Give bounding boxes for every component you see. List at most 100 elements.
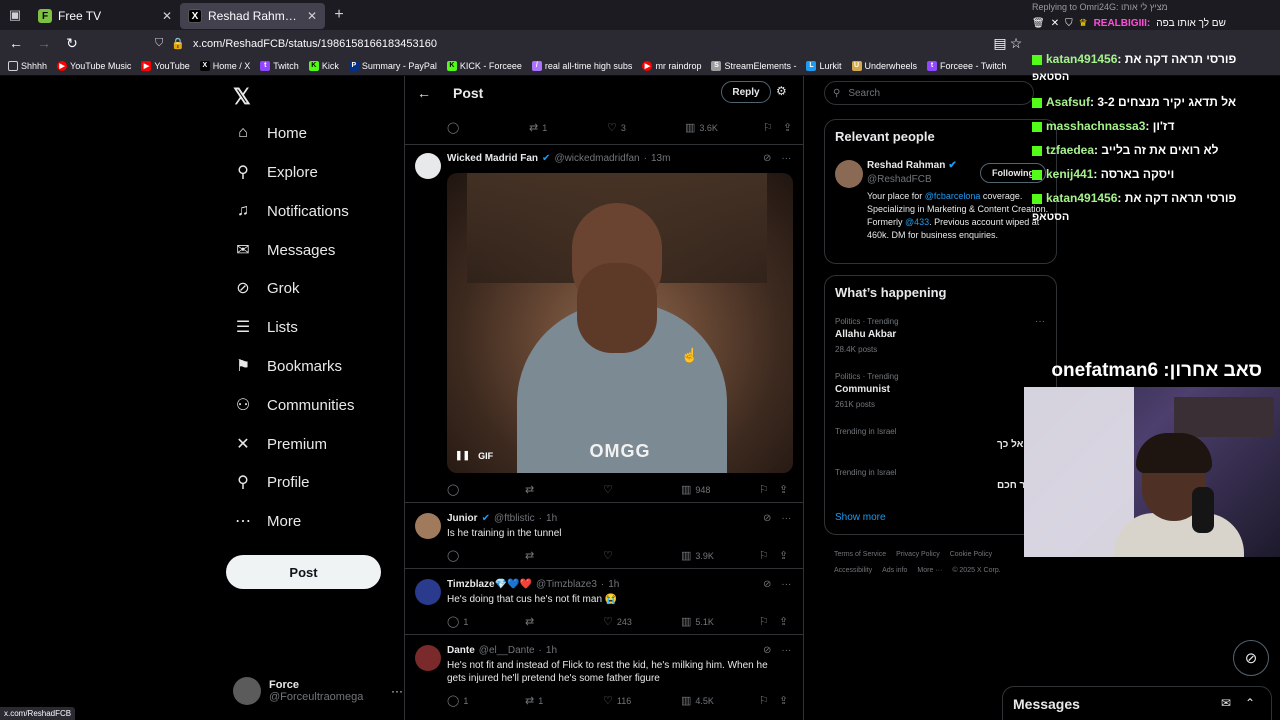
messages-drawer[interactable]: Messages ✉ ⌃ [1002,686,1272,720]
footer-link[interactable]: Terms of Service [834,551,886,558]
footer-link[interactable]: Privacy Policy [896,551,940,558]
author-name[interactable]: Wicked Madrid Fan [447,153,538,164]
person-handle[interactable]: @ReshadFCB [867,174,932,185]
bio-link[interactable]: @fcbarcelona [925,191,981,201]
repost-action[interactable]: ⇄ 1 [529,121,547,134]
sidebar-item-messages[interactable]: ✉ Messages [233,235,335,265]
sidebar-item-more[interactable]: ⋯ More [233,506,301,536]
expand-up-icon[interactable]: ⌃ [1245,696,1255,710]
sidebar-item-home[interactable]: ⌂ Home [233,118,307,148]
author-name[interactable]: Junior [447,513,478,524]
views-action[interactable]: ▥ 948 [681,483,710,496]
avatar[interactable] [415,153,441,179]
sliders-icon[interactable]: ⚙ [776,84,787,98]
grok-icon[interactable]: ⊘ [763,579,771,590]
url-text[interactable]: x.com/ReshadFCB/status/19861581661834531… [193,38,437,50]
bookmark-action[interactable]: ⚐ [763,121,773,134]
avatar[interactable] [415,513,441,539]
sidebar-item-bookmarks[interactable]: ⚑ Bookmarks [233,351,342,381]
reply-action[interactable]: ◯ 1 [447,615,468,628]
lock-icon[interactable]: 🔒 [171,37,185,50]
repost-action[interactable]: ⇄ [525,615,534,628]
more-icon[interactable]: ··· [391,684,403,698]
like-action[interactable]: ♡ 243 [603,615,632,628]
tweet[interactable]: Dante @el__Dante · 1h ⊘ ··· He's not fit… [405,634,803,720]
tweet[interactable]: Timzblaze💎💙❤️ @Timzblaze3 · 1h ⊘ ··· He'… [405,568,803,634]
repost-action[interactable]: ⇄ [525,549,534,562]
like-action[interactable]: ♡ 116 [603,694,631,707]
avatar[interactable] [835,160,863,188]
views-action[interactable]: ▥ 3.9K [681,549,714,562]
sidebar-item-lists[interactable]: ☰ Lists [233,312,298,342]
author-handle[interactable]: @ftblistic [494,513,535,524]
sidebar-item-communities[interactable]: ⚇ Communities [233,390,355,420]
bookmark-forceee-twitch[interactable]: t Forceee - Twitch [927,60,1006,71]
post-button[interactable]: Post [226,555,381,589]
views-action[interactable]: ▥ 5.1K [681,615,714,628]
bookmark-kick-forceee[interactable]: K KICK - Forceee [446,60,522,71]
share-action[interactable]: ⇪ [779,549,788,562]
author-handle[interactable]: @wickedmadridfan [554,153,639,164]
back-icon[interactable]: ← [4,31,28,55]
close-tab-icon[interactable]: ✕ [307,9,317,23]
sidebar-item-notifications[interactable]: ♫ Notifications [233,196,349,226]
grok-icon[interactable]: ⊘ [763,153,771,164]
address-bar[interactable]: ⛉ 🔒 x.com/ReshadFCB/status/1986158166183… [155,33,1025,54]
bookmark-action[interactable]: ⚐ [759,549,769,562]
account-switcher[interactable]: Force @Forceultraomega ··· [233,674,403,708]
author-handle[interactable]: @el__Dante [479,645,535,656]
x-logo-icon[interactable]: 𝕏 [233,84,251,110]
bookmark-streamelements[interactable]: S StreamElements - [711,60,796,71]
show-more-link[interactable]: Show more [835,512,886,523]
bookmark-paypal[interactable]: P Summary - PayPal [348,60,437,71]
repost-action[interactable]: ⇄ 1 [525,694,543,707]
reply-button[interactable]: Reply [721,81,771,103]
bookmark-subs[interactable]: / real all-time high subs [531,60,632,71]
share-action[interactable]: ⇪ [779,615,788,628]
avatar[interactable] [415,645,441,671]
sidebar-item-profile[interactable]: ⚲ Profile [233,467,309,497]
footer-link[interactable]: Accessibility [834,567,872,574]
share-action[interactable]: ⇪ [783,121,792,134]
bookmark-action[interactable]: ⚐ [759,483,769,496]
tab-reshad-post[interactable]: X Reshad Rahman on X: "https:// ✕ [180,3,325,29]
views-action[interactable]: ▥ 4.5K [681,694,714,707]
more-icon[interactable]: ··· [781,513,791,524]
like-action[interactable]: ♡ 3 [607,121,626,134]
reload-icon[interactable]: ↻ [60,31,84,55]
footer-link[interactable]: More ··· [917,567,942,574]
footer-link[interactable]: Cookie Policy [950,551,992,558]
bookmark-action[interactable]: ⚐ [759,694,769,707]
footer-link[interactable]: Ads info [882,567,907,574]
author-name[interactable]: Timzblaze💎💙❤️ [447,579,532,590]
author-handle[interactable]: @Timzblaze3 [536,579,597,590]
share-action[interactable]: ⇪ [779,483,788,496]
bookmark-lurkit[interactable]: L Lurkit [806,60,842,71]
bookmark-youtube-music[interactable]: ▶ YouTube Music [57,60,131,71]
bookmark-kick[interactable]: K Kick [308,60,339,71]
tweet-time[interactable]: 1h [608,579,619,590]
reply-action[interactable]: ◯ [447,121,459,134]
sidebar-item-explore[interactable]: ⚲ Explore [233,157,318,187]
bookmark-twitch[interactable]: t Twitch [260,60,299,71]
close-tab-icon[interactable]: ✕ [162,9,172,23]
bookmark-mr-raindrop[interactable]: ▶ mr raindrop [642,60,701,71]
search-input[interactable]: ⚲ Search [824,81,1034,105]
more-icon[interactable]: ··· [781,153,791,164]
back-arrow-icon[interactable]: ← [417,85,431,101]
bookmark-underwheels[interactable]: U Underwheels [851,60,917,71]
forward-icon[interactable]: → [32,31,56,55]
bio-link[interactable]: @433 [905,217,929,227]
pause-icon[interactable]: ❚❚ [455,450,470,461]
tweet-time[interactable]: 13m [651,153,670,164]
bookmark-shhhh[interactable]: Shhhh [8,60,47,71]
bookmark-home-x[interactable]: X Home / X [199,60,250,71]
grok-icon[interactable]: ⊘ [763,645,771,656]
person-name[interactable]: Reshad Rahman ✔ [867,160,957,171]
grok-icon[interactable]: ⊘ [763,513,771,524]
sidebar-item-premium[interactable]: ✕ Premium [233,429,327,459]
shield-icon[interactable]: ⛉ [155,37,163,50]
reply-action[interactable]: ◯ [447,483,459,496]
reply-action[interactable]: ◯ [447,549,459,562]
gif-media[interactable]: OMGG ❚❚ GIF ☝ [447,173,793,473]
